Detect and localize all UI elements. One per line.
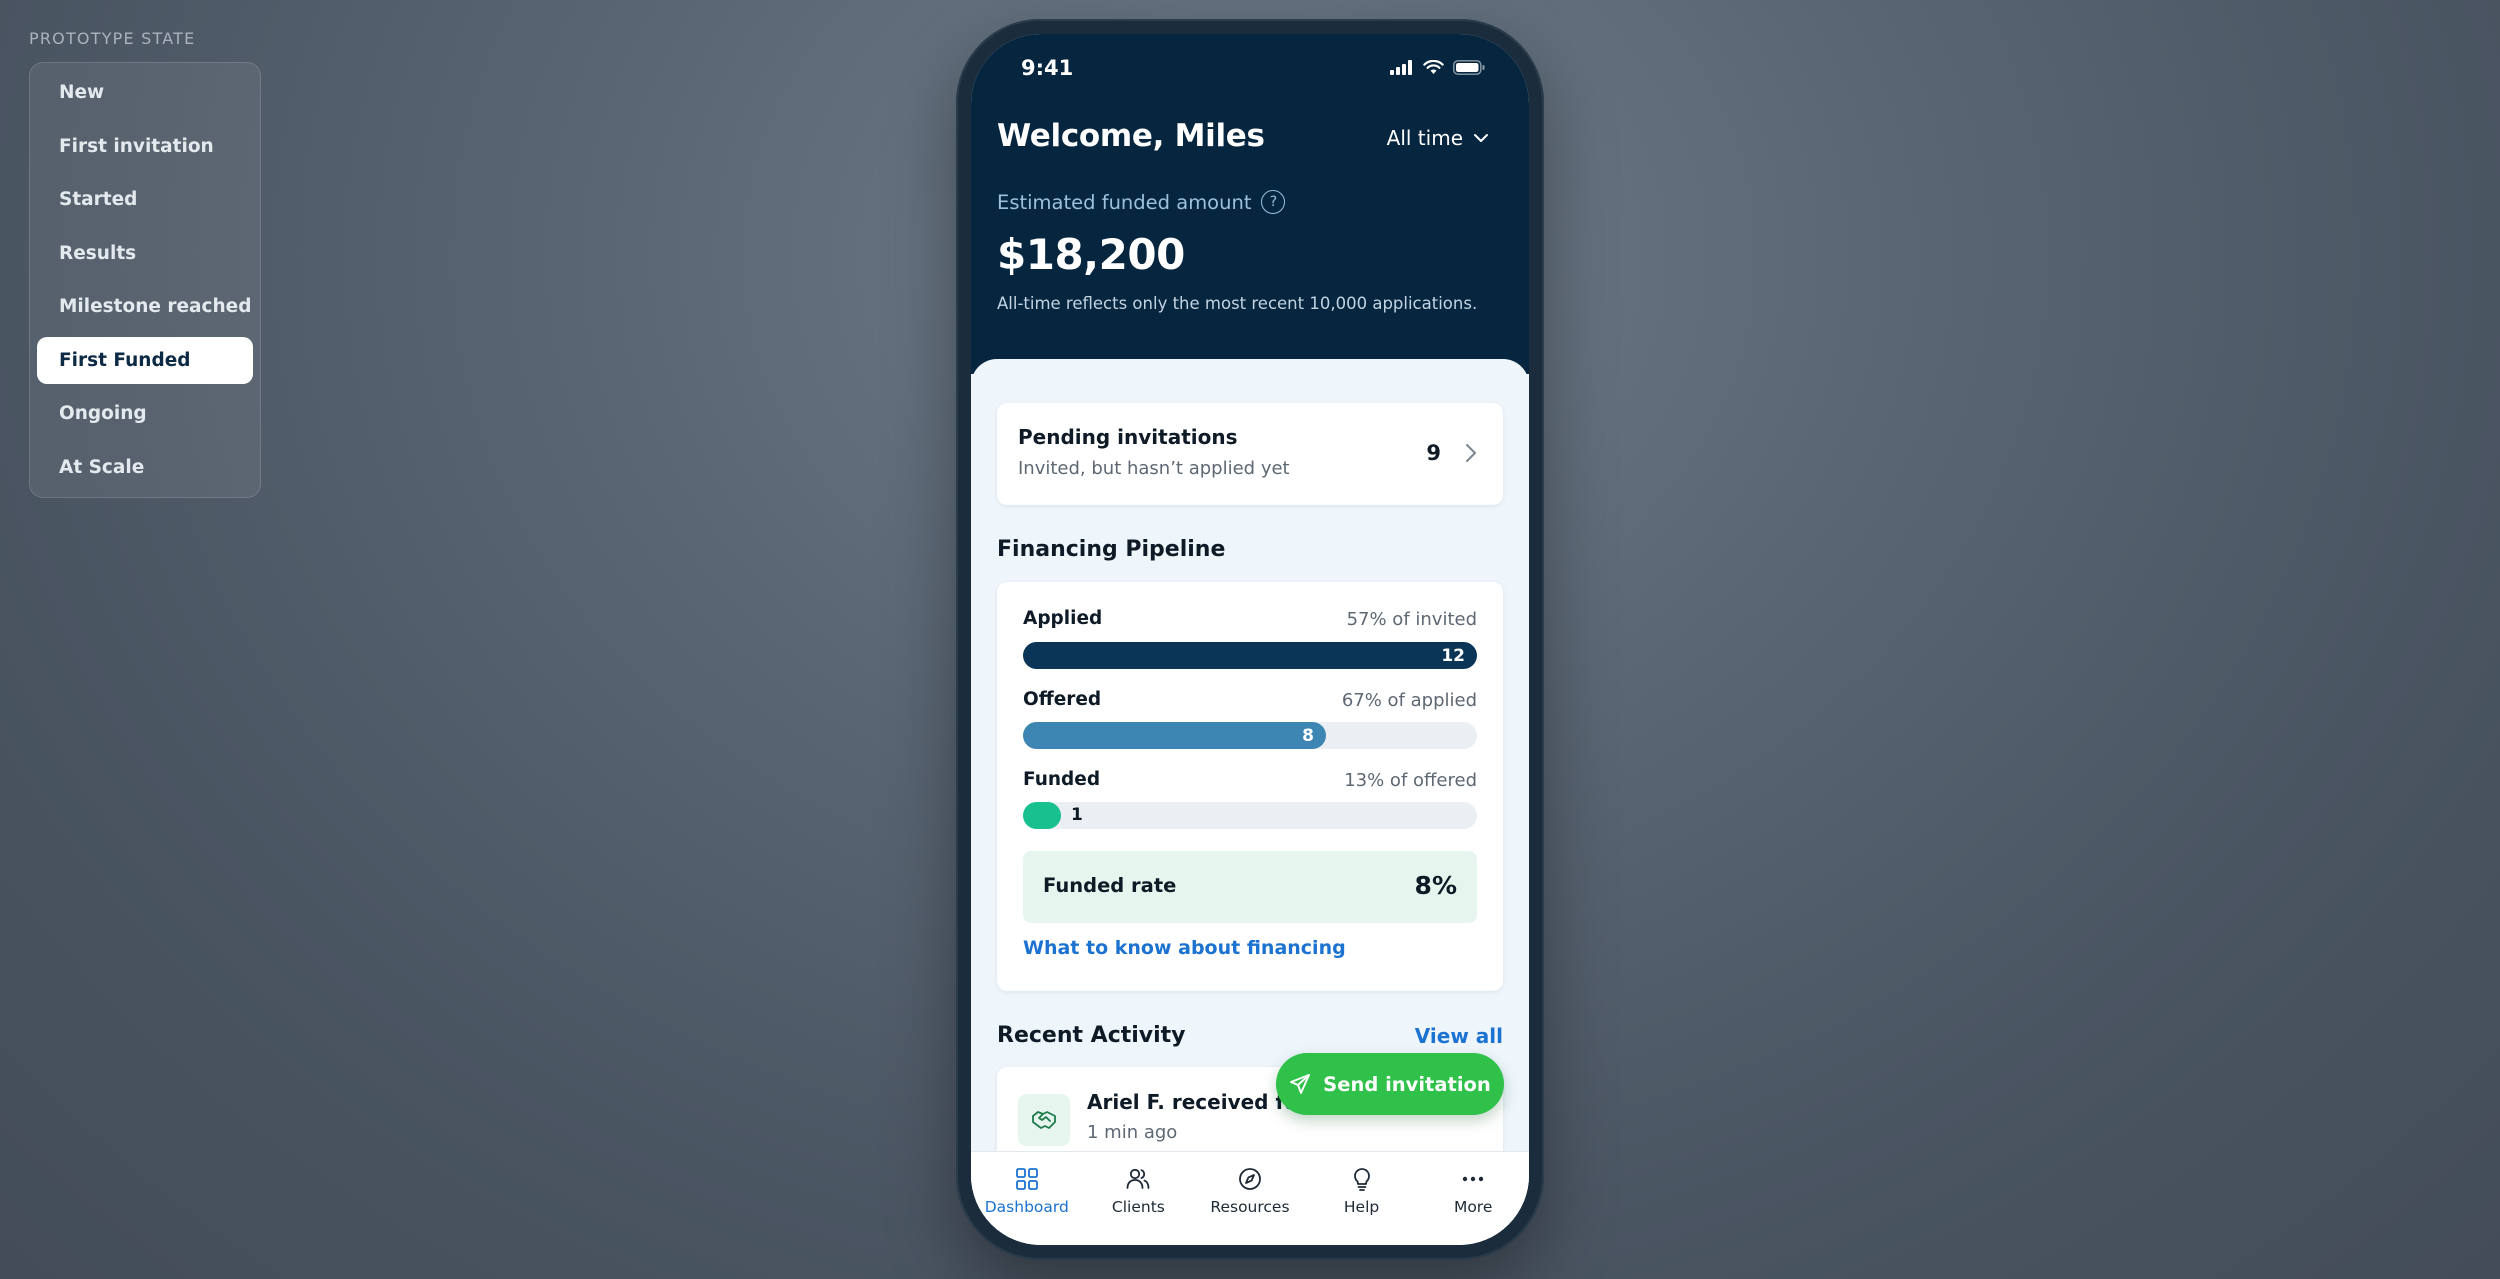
send-invitation-button[interactable]: Send invitation [1276, 1053, 1504, 1115]
help-circle-icon[interactable]: ? [1261, 190, 1286, 214]
tab-help[interactable]: Help [1306, 1152, 1418, 1245]
proto-item-at-scale[interactable]: At Scale [37, 444, 253, 491]
chevron-right-icon [1466, 444, 1476, 462]
tab-clients-label: Clients [1111, 1198, 1165, 1216]
pipeline-title: Financing Pipeline [997, 537, 1226, 562]
tab-more-label: More [1453, 1198, 1493, 1216]
prototype-state-label: PROTOTYPE STATE [29, 29, 196, 48]
proto-item-first-invitation[interactable]: First invitation [37, 123, 253, 170]
proto-item-new[interactable]: New [37, 69, 253, 116]
estimated-funded-label: Estimated funded amount [997, 190, 1252, 214]
tab-dashboard[interactable]: Dashboard [971, 1152, 1083, 1245]
bottom-tab-bar: Dashboard Clients Resources Help More [971, 1151, 1529, 1245]
dashboard-header: 9:41 Welcome, Miles All time Estimated f… [971, 34, 1529, 374]
users-icon [1126, 1168, 1150, 1189]
pending-count: 9 [1426, 441, 1441, 465]
tab-clients[interactable]: Clients [1083, 1152, 1195, 1245]
funded-value: 1 [1071, 805, 1083, 825]
more-icon [1462, 1176, 1484, 1182]
offered-label: Offered [1023, 689, 1102, 710]
applied-bar-track: 12 [1023, 642, 1477, 669]
applied-value: 12 [1441, 645, 1465, 666]
funded-rate-value: 8% [1414, 871, 1457, 900]
pending-title: Pending invitations [1018, 425, 1238, 449]
activity-time: 1 min ago [1087, 1122, 1178, 1143]
proto-item-results[interactable]: Results [37, 230, 253, 277]
lightbulb-icon [1353, 1168, 1370, 1191]
status-icons [1390, 60, 1485, 75]
recent-activity-title: Recent Activity [997, 1023, 1186, 1048]
applied-bar-fill: 12 [1023, 642, 1477, 669]
handshake-icon [1018, 1094, 1070, 1146]
tab-more[interactable]: More [1417, 1152, 1529, 1245]
send-icon [1290, 1074, 1311, 1094]
compass-icon [1239, 1168, 1261, 1190]
financing-info-link[interactable]: What to know about financing [1023, 937, 1346, 959]
battery-icon [1453, 60, 1485, 75]
applied-label: Applied [1023, 608, 1103, 629]
proto-item-started[interactable]: Started [37, 176, 253, 223]
tab-resources-label: Resources [1210, 1198, 1290, 1216]
phone-screen: 9:41 Welcome, Miles All time Estimated f… [971, 34, 1529, 1245]
estimated-label-row: Estimated funded amount ? [997, 190, 1286, 214]
funded-bar-track: 1 [1023, 802, 1477, 829]
wifi-icon [1423, 60, 1444, 74]
funded-meta: 13% of offered [1344, 770, 1477, 791]
send-invitation-label: Send invitation [1323, 1072, 1491, 1096]
signal-icon [1390, 60, 1412, 75]
offered-bar-fill: 8 [1023, 722, 1326, 749]
proto-item-ongoing[interactable]: Ongoing [37, 390, 253, 437]
funded-rate-box: Funded rate 8% [1023, 851, 1477, 923]
prototype-state-panel: New First invitation Started Results Mil… [29, 62, 261, 498]
welcome-title: Welcome, Miles [997, 118, 1265, 154]
all-time-note: All-time reflects only the most recent 1… [997, 294, 1478, 313]
funded-rate-label: Funded rate [1043, 874, 1177, 897]
tab-help-label: Help [1343, 1198, 1380, 1216]
pending-invitations-card[interactable]: Pending invitations Invited, but hasn’t … [997, 403, 1503, 505]
period-dropdown[interactable]: All time [1387, 126, 1489, 150]
tab-dashboard-label: Dashboard [984, 1198, 1069, 1216]
offered-meta: 67% of applied [1341, 690, 1477, 711]
phone-frame: 9:41 Welcome, Miles All time Estimated f… [956, 19, 1544, 1260]
pending-subtitle: Invited, but hasn’t applied yet [1018, 458, 1290, 479]
funded-bar-fill [1023, 802, 1061, 829]
applied-meta: 57% of invited [1346, 609, 1477, 630]
period-label: All time [1386, 126, 1463, 150]
funded-amount: $18,200 [997, 230, 1185, 279]
proto-item-milestone-reached[interactable]: Milestone reached [37, 283, 253, 330]
offered-bar-track: 8 [1023, 722, 1477, 749]
status-time: 9:41 [1021, 56, 1074, 80]
offered-value: 8 [1302, 725, 1314, 746]
view-all-link[interactable]: View all [1415, 1024, 1503, 1048]
proto-item-first-funded[interactable]: First Funded [37, 336, 253, 384]
chevron-down-icon [1474, 134, 1488, 142]
financing-pipeline-card: Applied 57% of invited 12 Offered 67% of… [997, 582, 1503, 991]
grid-icon [1015, 1168, 1038, 1190]
tab-resources[interactable]: Resources [1194, 1152, 1306, 1245]
funded-label: Funded [1023, 769, 1101, 790]
